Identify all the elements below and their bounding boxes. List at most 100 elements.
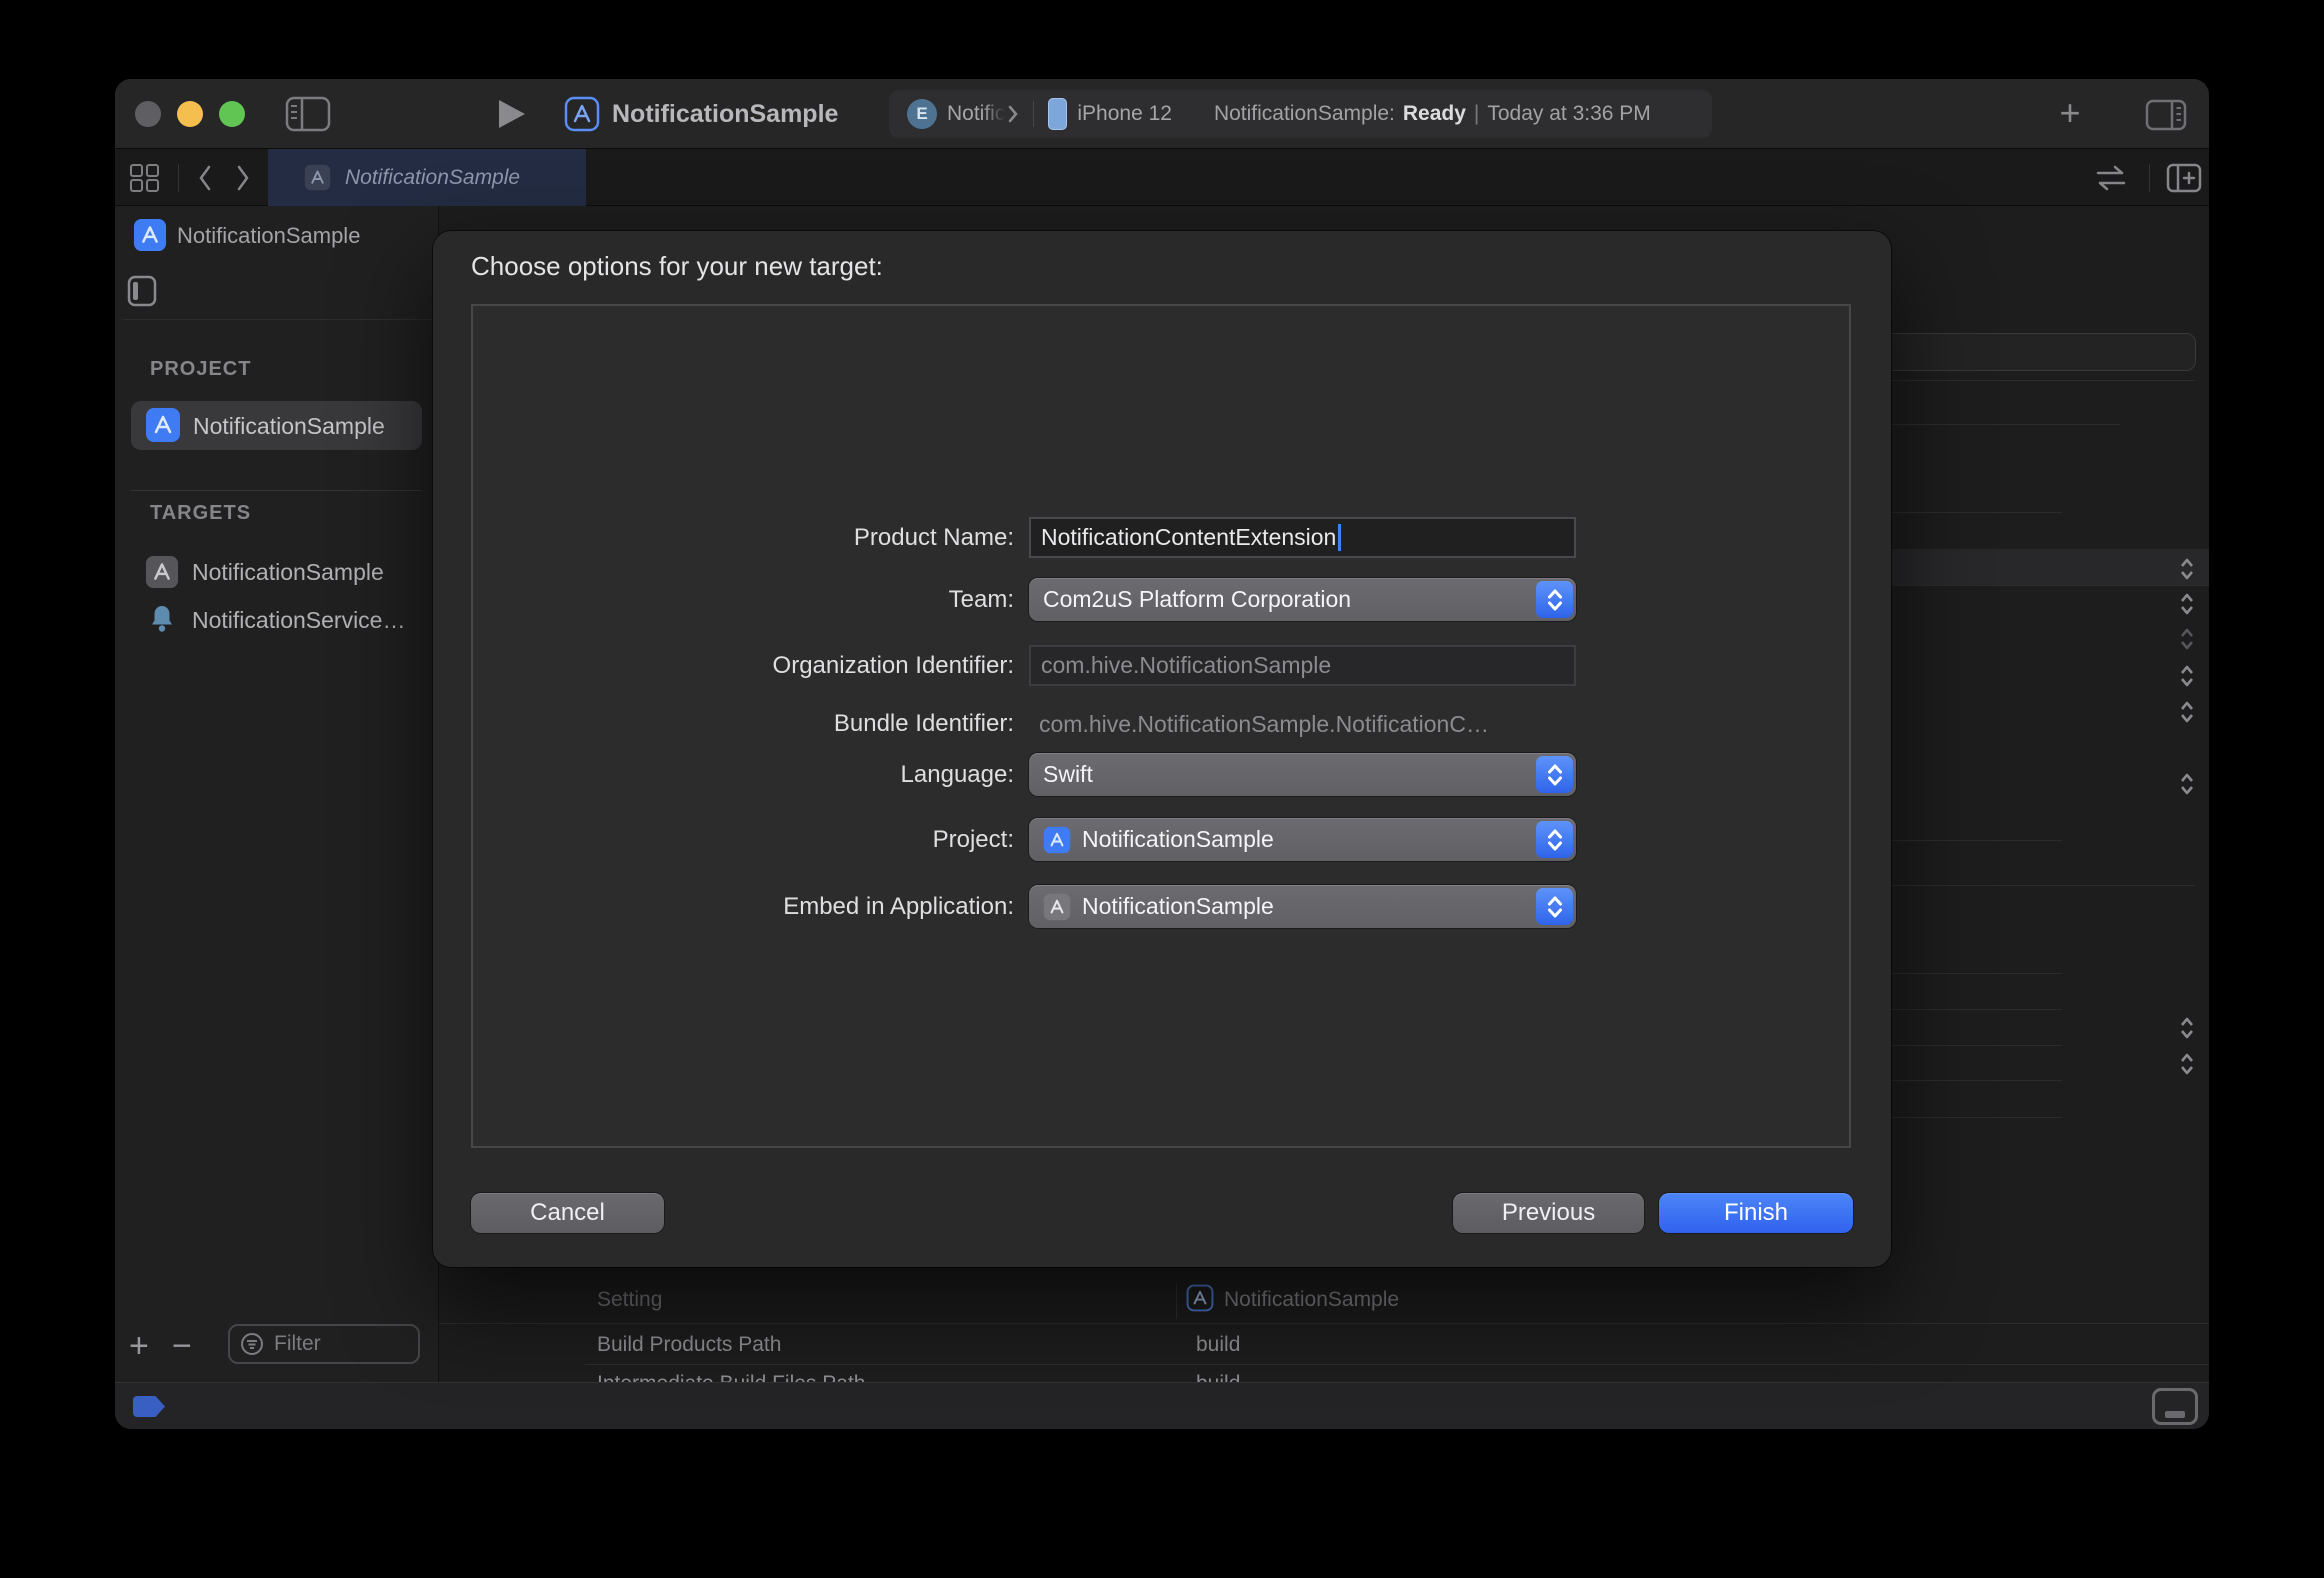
new-target-options-dialog: Choose options for your new target: Prod… [433, 231, 1891, 1267]
bottom-bar [115, 1382, 2209, 1429]
app-store-icon [1043, 826, 1071, 854]
table-row-value: build [1196, 1333, 1240, 1357]
app-store-icon [1043, 893, 1071, 921]
app-store-icon [145, 407, 181, 443]
app-store-icon [145, 555, 179, 589]
embed-in-application-label: Embed in Application: [473, 885, 1014, 928]
sidebar-item-target-notificationservice[interactable]: NotificationService… [115, 600, 439, 644]
popup-stepper-icon[interactable] [2178, 771, 2196, 797]
column-divider [1176, 1283, 1177, 1319]
add-tab-button[interactable]: + [2050, 96, 2090, 132]
toggle-sidebar-icon[interactable] [127, 275, 157, 307]
scheme-extension-icon[interactable]: E [907, 99, 937, 129]
breakpoint-toggle-icon[interactable] [133, 1396, 165, 1417]
tab-notificationsample[interactable]: NotificationSample [268, 149, 586, 206]
project-value: NotificationSample [1082, 826, 1274, 853]
sidebar-item-target-notificationsample[interactable]: NotificationSample [115, 553, 439, 597]
tab-bar: NotificationSample [115, 149, 2209, 206]
popup-stepper-icon[interactable] [2178, 1051, 2196, 1077]
screen: NotificationSample E Notific iPhone 12 N… [0, 0, 2324, 1578]
close-traffic-light[interactable] [135, 101, 161, 127]
divider [2149, 164, 2150, 192]
product-name-row: Product Name: NotificationContentExtensi… [473, 517, 1853, 558]
popup-stepper-icon[interactable] [2178, 556, 2196, 582]
jumpbar-project[interactable]: NotificationSample [177, 218, 360, 254]
status-state: Ready [1403, 102, 1466, 126]
window-title: NotificationSample [612, 79, 838, 149]
popup-arrows-icon [1536, 581, 1573, 618]
team-label: Team: [473, 578, 1014, 621]
sidebar-item-project-notificationsample[interactable]: NotificationSample [131, 401, 422, 450]
finish-button[interactable]: Finish [1659, 1193, 1853, 1233]
dialog-form-panel: Product Name: NotificationContentExtensi… [471, 304, 1851, 1148]
popup-stepper-icon[interactable] [2178, 663, 2196, 689]
organization-identifier-label: Organization Identifier: [473, 645, 1014, 686]
filter-field[interactable] [228, 1324, 420, 1364]
popup-stepper-icon[interactable] [2178, 699, 2196, 725]
app-store-icon [1186, 1284, 1214, 1312]
project-row: Project: NotificationSample [473, 818, 1853, 861]
text-cursor [1338, 524, 1341, 551]
embed-in-application-value: NotificationSample [1082, 893, 1274, 920]
toolbar-center-pill: E Notific iPhone 12 NotificationSample: … [889, 90, 1712, 138]
divider [178, 164, 179, 192]
toggle-debug-area-icon[interactable] [2152, 1388, 2198, 1425]
activity-status: NotificationSample: Ready | Today at 3:3… [1214, 102, 1651, 126]
app-store-icon [564, 96, 600, 132]
language-value: Swift [1043, 761, 1093, 788]
team-popup[interactable]: Com2uS Platform Corporation [1029, 578, 1576, 621]
run-button[interactable] [499, 100, 525, 128]
bundle-identifier-row: Bundle Identifier: com.hive.Notification… [473, 708, 1853, 740]
status-project: NotificationSample: [1214, 102, 1395, 126]
popup-stepper-icon[interactable] [2178, 626, 2196, 652]
project-popup[interactable]: NotificationSample [1029, 818, 1576, 861]
team-value: Com2uS Platform Corporation [1043, 586, 1351, 613]
add-editor-icon[interactable] [2166, 163, 2202, 193]
add-target-button[interactable]: + [129, 1329, 149, 1363]
table-row-setting: Build Products Path [597, 1333, 781, 1357]
organization-identifier-value: com.hive.NotificationSample [1041, 652, 1331, 679]
toggle-inspector-icon[interactable] [2145, 99, 2187, 131]
table-header-target: NotificationSample [1224, 1288, 1399, 1312]
language-popup[interactable]: Swift [1029, 753, 1576, 796]
previous-button[interactable]: Previous [1453, 1193, 1644, 1233]
project-label: Project: [473, 818, 1014, 861]
zoom-traffic-light[interactable] [219, 101, 245, 127]
popup-arrows-icon [1536, 888, 1573, 925]
language-label: Language: [473, 753, 1014, 796]
forward-icon[interactable] [233, 163, 253, 193]
device-selector[interactable]: iPhone 12 [1077, 102, 1172, 126]
status-divider: | [1474, 102, 1479, 126]
remove-target-button[interactable]: − [172, 1329, 192, 1363]
cancel-button[interactable]: Cancel [471, 1193, 664, 1233]
popup-arrows-icon [1536, 821, 1573, 858]
table-header-setting: Setting [597, 1288, 662, 1312]
product-name-input[interactable]: NotificationContentExtension [1029, 517, 1576, 558]
related-items-icon[interactable] [129, 163, 161, 193]
toggle-navigator-icon[interactable] [285, 96, 331, 132]
bundle-identifier-value: com.hive.NotificationSample.Notification… [1039, 708, 1489, 740]
team-row: Team: Com2uS Platform Corporation [473, 578, 1853, 621]
product-name-label: Product Name: [473, 517, 1014, 558]
sidebar-item-label: NotificationSample [192, 559, 384, 586]
filter-icon [240, 1332, 264, 1356]
embed-in-application-row: Embed in Application: NotificationSample [473, 885, 1853, 928]
section-targets: TARGETS [150, 502, 251, 525]
titlebar: NotificationSample E Notific iPhone 12 N… [115, 79, 2209, 149]
xcode-window: NotificationSample E Notific iPhone 12 N… [115, 79, 2209, 1429]
popup-stepper-icon[interactable] [2178, 591, 2196, 617]
organization-identifier-row: Organization Identifier: com.hive.Notifi… [473, 645, 1853, 686]
app-store-icon [133, 218, 167, 252]
sidebar-item-label: NotificationSample [193, 413, 385, 440]
divider [1033, 101, 1034, 127]
minimize-traffic-light[interactable] [177, 101, 203, 127]
embed-in-application-popup[interactable]: NotificationSample [1029, 885, 1576, 928]
scheme-selector[interactable]: Notific [947, 102, 1005, 126]
product-name-value: NotificationContentExtension [1041, 524, 1336, 551]
back-icon[interactable] [195, 163, 215, 193]
popup-stepper-icon[interactable] [2178, 1015, 2196, 1041]
filter-input[interactable] [272, 1331, 392, 1357]
swap-editor-icon[interactable] [2092, 164, 2130, 192]
status-time: Today at 3:36 PM [1487, 102, 1650, 126]
table-row-setting: Intermediate Build Files Path [597, 1372, 865, 1382]
